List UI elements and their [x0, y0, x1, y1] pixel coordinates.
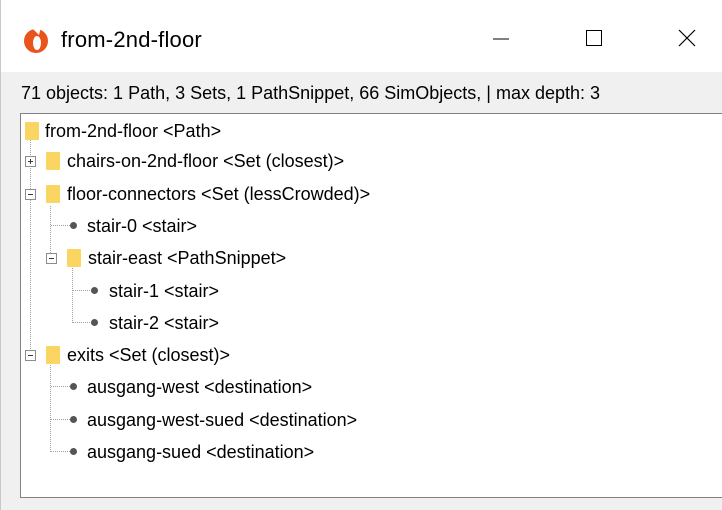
maximize-button[interactable]	[568, 18, 620, 58]
bullet-icon	[91, 287, 98, 294]
tree-node-stair-2[interactable]: stair-2 <stair>	[109, 307, 219, 339]
window-title: from-2nd-floor	[61, 27, 202, 52]
folder-icon	[46, 346, 60, 364]
tree-node-stair-east[interactable]: stair-east <PathSnippet>	[88, 242, 286, 274]
bullet-icon	[70, 222, 77, 229]
tree-node-ausgang-west[interactable]: ausgang-west <destination>	[87, 371, 312, 403]
tree-node-floor-connectors[interactable]: floor-connectors <Set (lessCrowded)>	[67, 178, 370, 210]
maximize-icon	[586, 30, 602, 46]
minimize-icon	[493, 38, 509, 40]
minus-icon[interactable]	[46, 253, 57, 264]
tree-node-exits[interactable]: exits <Set (closest)>	[67, 339, 230, 371]
close-button[interactable]	[661, 18, 713, 58]
bullet-icon	[91, 319, 98, 326]
window: from-2nd-floor 71 objects: 1 Path, 3 Set…	[0, 0, 722, 510]
summary-text: 71 objects: 1 Path, 3 Sets, 1 PathSnippe…	[21, 83, 601, 103]
tree-node-chairs[interactable]: chairs-on-2nd-floor <Set (closest)>	[67, 145, 344, 177]
folder-icon	[25, 122, 39, 140]
tree-node-root[interactable]: from-2nd-floor <Path>	[45, 115, 221, 147]
tree-node-stair-1[interactable]: stair-1 <stair>	[109, 275, 219, 307]
minimize-button[interactable]	[475, 18, 527, 58]
minus-icon[interactable]	[25, 350, 36, 361]
bullet-icon	[70, 416, 77, 423]
close-icon	[678, 29, 696, 47]
folder-icon	[67, 249, 81, 267]
folder-icon	[46, 152, 60, 170]
app-logo-icon	[24, 26, 48, 53]
tree-node-ausgang-west-sued[interactable]: ausgang-west-sued <destination>	[87, 404, 357, 436]
plus-icon[interactable]	[25, 156, 36, 167]
tree-node-ausgang-sued[interactable]: ausgang-sued <destination>	[87, 436, 314, 468]
bullet-icon	[70, 448, 77, 455]
folder-icon	[46, 185, 60, 203]
bullet-icon	[70, 383, 77, 390]
tree-node-stair-0[interactable]: stair-0 <stair>	[87, 210, 197, 242]
title-bar[interactable]: from-2nd-floor	[1, 0, 722, 72]
object-tree[interactable]: from-2nd-floor <Path> chairs-on-2nd-floo…	[20, 113, 722, 498]
minus-icon[interactable]	[25, 189, 36, 200]
